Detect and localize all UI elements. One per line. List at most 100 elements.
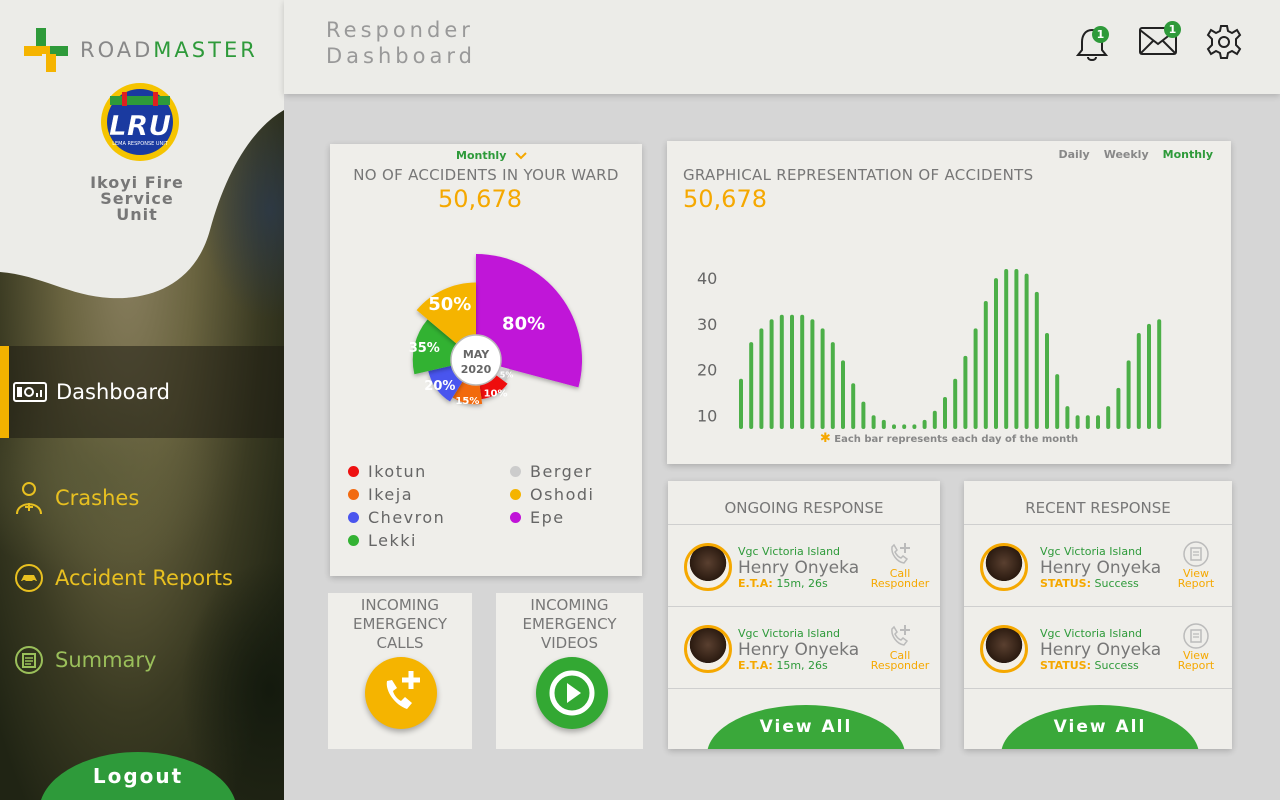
bar — [790, 314, 794, 429]
bar — [1116, 387, 1121, 429]
list-item: Vgc Victoria Island Henry Onyeka STATUS:… — [964, 525, 1232, 607]
messages-button[interactable]: 1 — [1138, 21, 1181, 62]
nav-item-crashes[interactable]: Crashes — [0, 478, 284, 518]
settings-button[interactable] — [1206, 24, 1242, 64]
pie-label-epe: 80% — [502, 313, 545, 334]
brand-name-part1: ROAD — [80, 37, 154, 62]
bar — [912, 424, 917, 429]
eta-value: 15m, 26s — [776, 659, 828, 672]
legend-item-chevron: Chevron — [348, 508, 510, 527]
recent-view-all-button[interactable]: View All — [1001, 705, 1199, 749]
tab-monthly[interactable]: Monthly — [1163, 148, 1213, 161]
bar — [820, 328, 825, 429]
y-tick-label: 10 — [697, 406, 717, 425]
legend-label: Ikeja — [368, 485, 414, 504]
report-icon — [1183, 623, 1209, 649]
view-report-button[interactable]: View Report — [1166, 541, 1226, 589]
notifications-button[interactable]: 1 — [1074, 26, 1110, 66]
incoming-calls-button[interactable] — [365, 657, 437, 729]
asterisk-icon: ✱ — [819, 431, 831, 446]
legend-item-epe: Epe — [510, 508, 620, 527]
bar — [851, 383, 856, 429]
incoming-videos-label: INCOMING EMERGENCY VIDEOS — [522, 596, 617, 652]
responder-location: Vgc Victoria Island — [1040, 545, 1143, 558]
call-responder-label: Call Responder — [870, 567, 930, 590]
pie-center-year: 2020 — [461, 363, 492, 376]
ward-accidents-card: Monthly NO OF ACCIDENTS IN YOUR WARD 50,… — [330, 144, 642, 576]
bar — [1136, 333, 1141, 429]
ongoing-view-all-button[interactable]: View All — [707, 705, 905, 749]
incoming-calls-card: INCOMING EMERGENCY CALLS — [328, 593, 472, 749]
bar — [1126, 360, 1131, 429]
nav-item-dashboard[interactable]: Dashboard — [0, 346, 284, 438]
incoming-calls-label: INCOMING EMERGENCY CALLS — [352, 596, 447, 652]
legend-swatch — [510, 466, 521, 477]
nav-label-crashes: Crashes — [55, 486, 140, 510]
eta-label: E.T.A: — [738, 659, 773, 672]
legend-item-ikeja: Ikeja — [348, 485, 510, 504]
bar — [1096, 415, 1100, 429]
eta-value: 15m, 26s — [776, 577, 828, 590]
legend-item-berger: Berger — [510, 462, 620, 481]
phone-add-icon — [386, 671, 420, 709]
accidents-graph-card: Daily Weekly Monthly GRAPHICAL REPRESENT… — [667, 141, 1231, 464]
page-title: Responder Dashboard — [326, 18, 476, 68]
bar — [902, 424, 907, 429]
tab-weekly[interactable]: Weekly — [1104, 148, 1149, 161]
bar — [861, 401, 866, 429]
ongoing-response-panel: ONGOING RESPONSE Vgc Victoria Island Hen… — [668, 481, 940, 749]
legend-label: Chevron — [368, 508, 446, 527]
eta-label: E.T.A: — [738, 577, 773, 590]
bar — [759, 328, 764, 429]
ward-card-title: NO OF ACCIDENTS IN YOUR WARD — [353, 166, 619, 184]
bar — [1147, 323, 1151, 429]
bar — [810, 319, 815, 429]
messages-badge: 1 — [1164, 21, 1181, 38]
call-responder-button[interactable]: Call Responder — [870, 541, 930, 589]
view-report-button[interactable]: View Report — [1166, 623, 1226, 671]
gear-icon — [1206, 25, 1242, 59]
legend-swatch — [348, 535, 359, 546]
responder-location: Vgc Victoria Island — [738, 627, 841, 640]
list-item: Vgc Victoria Island Henry Onyeka STATUS:… — [964, 607, 1232, 689]
avatar — [684, 543, 732, 591]
bar — [830, 342, 835, 429]
bar — [1004, 269, 1009, 429]
recent-response-panel: RECENT RESPONSE Vgc Victoria Island Henr… — [964, 481, 1232, 749]
incoming-videos-button[interactable] — [536, 657, 608, 729]
pie-label-ikeja: 15% — [455, 396, 479, 407]
brand-logo[interactable]: ROADMASTER — [22, 26, 258, 74]
phone-add-icon — [891, 543, 910, 564]
legend-swatch — [510, 489, 521, 500]
responder-location: Vgc Victoria Island — [1040, 627, 1143, 640]
accidents-bar-chart: 10 20 30 40 — [697, 269, 1162, 429]
bar — [932, 410, 937, 429]
legend-swatch — [510, 512, 521, 523]
legend-label: Epe — [530, 508, 565, 527]
graph-footnote: ✱ Each bar represents each day of the mo… — [667, 431, 1231, 446]
nav-item-summary[interactable]: Summary — [0, 640, 284, 680]
ward-pie-chart: 80% 5% 10% 15%20% 35% 50% MAY 2020 — [409, 254, 582, 407]
legend-item-lekki: Lekki — [348, 531, 510, 550]
period-dropdown[interactable]: Monthly — [456, 149, 528, 162]
bar — [983, 301, 988, 429]
bar — [1085, 415, 1090, 429]
nav-item-accident-reports[interactable]: Accident Reports — [0, 558, 284, 598]
tab-daily[interactable]: Daily — [1058, 148, 1089, 161]
call-responder-button[interactable]: Call Responder — [870, 623, 930, 671]
y-tick-label: 40 — [697, 269, 717, 288]
avatar — [684, 625, 732, 673]
status-label: STATUS: — [1040, 577, 1091, 590]
legend-swatch — [348, 512, 359, 523]
avatar — [980, 625, 1028, 673]
unit-logo: LRU LEMA RESPONSE UNIT — [101, 83, 179, 161]
unit-logo-subtitle: LEMA RESPONSE UNIT — [112, 141, 169, 147]
legend-label: Oshodi — [530, 485, 595, 504]
avatar — [980, 543, 1028, 591]
bar — [1157, 319, 1162, 429]
legend-label: Berger — [530, 462, 593, 481]
sidebar: ROADMASTER LRU LEMA RESPONSE UNIT Ikoyi … — [0, 0, 284, 800]
bar — [892, 424, 896, 429]
period-dropdown-value: Monthly — [456, 149, 507, 162]
bar — [800, 314, 805, 429]
